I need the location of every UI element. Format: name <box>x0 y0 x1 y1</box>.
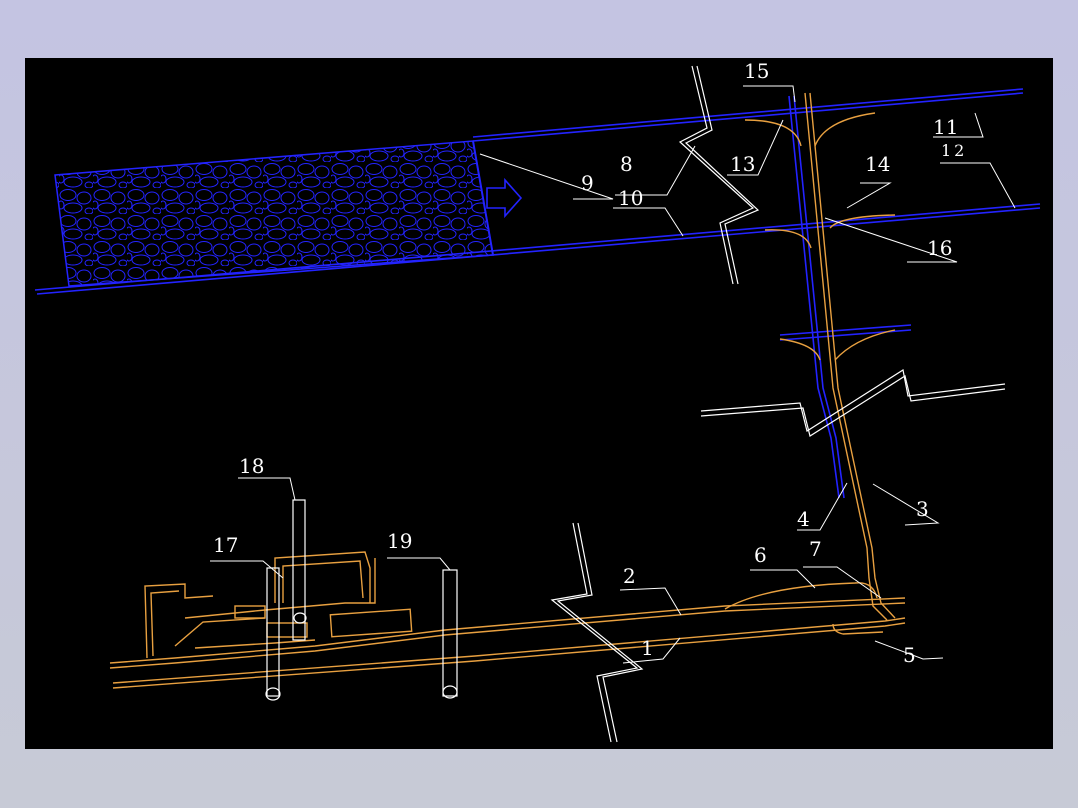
main-haulage-roadway <box>109 597 906 689</box>
label-3: 3 <box>916 497 929 521</box>
label-2: 2 <box>623 564 636 588</box>
shaft-18 <box>292 499 307 641</box>
shaft-17 <box>265 567 281 701</box>
turnaround-loop <box>724 582 884 635</box>
fault-line-lower <box>550 522 639 743</box>
mine-layout-drawing: 1 2 3 4 5 6 7 8 9 10 11 12 13 14 15 16 1… <box>34 59 1041 743</box>
label-4: 4 <box>797 507 810 531</box>
label-8: 8 <box>620 152 633 176</box>
label-14: 14 <box>865 152 890 176</box>
label-7: 7 <box>809 537 822 561</box>
cad-drawing-canvas: 1 2 3 4 5 6 7 8 9 10 11 12 13 14 15 16 1… <box>25 58 1053 749</box>
label-17: 17 <box>213 533 238 557</box>
goaf-caved-area <box>54 140 494 287</box>
junction-curves <box>744 112 896 361</box>
label-16: 16 <box>927 236 952 260</box>
label-13: 13 <box>730 152 755 176</box>
label-11: 11 <box>933 115 958 139</box>
advance-direction-arrow <box>486 177 523 219</box>
label-5: 5 <box>903 643 916 667</box>
label-12: 12 <box>941 141 967 160</box>
label-1: 1 <box>641 636 654 660</box>
label-18: 18 <box>239 454 264 478</box>
fault-line-lower-2 <box>556 522 644 743</box>
label-6: 6 <box>754 543 767 567</box>
label-19: 19 <box>387 529 412 553</box>
label-15: 15 <box>744 59 769 83</box>
fault-line-middle-2 <box>700 375 1006 437</box>
fault-line-middle <box>700 369 1006 432</box>
label-10: 10 <box>618 186 643 210</box>
lower-crosscut-roadway <box>779 324 912 341</box>
label-9: 9 <box>581 171 594 195</box>
